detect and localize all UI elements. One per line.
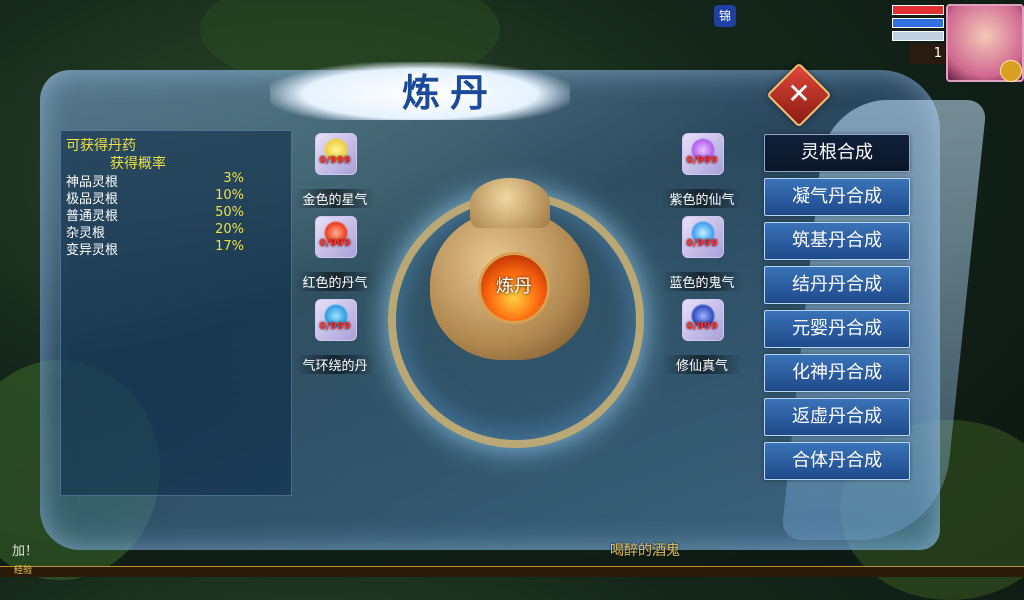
experience-label: 经验 (14, 566, 33, 576)
tab-unity-pill-synthesis[interactable]: 合体丹合成 (764, 442, 910, 480)
drop-rate-subheading: 获得概率 (110, 156, 166, 172)
item-label: 金色的星气 (295, 189, 375, 208)
material-slot-qi-ring-pill[interactable]: 0/999 气环绕的丹 (295, 299, 375, 379)
rate-name: 变异灵根 (66, 243, 119, 258)
rate-percent: 50% (215, 205, 244, 220)
coin-icon[interactable] (1000, 60, 1022, 82)
player-level: 1 (910, 44, 945, 64)
close-icon: ✕ (787, 77, 811, 110)
rate-row: 普通灵根 50% (66, 205, 256, 224)
material-slot-purple-immortal-qi[interactable]: 0/999 紫色的仙气 (662, 133, 742, 213)
item-label: 蓝色的鬼气 (662, 272, 742, 291)
tab-void-return-pill-synthesis[interactable]: 返虚丹合成 (764, 398, 910, 436)
cauldron-lid (470, 178, 550, 228)
item-label: 红色的丹气 (295, 272, 375, 291)
tab-nascent-soul-pill-synthesis[interactable]: 元婴丹合成 (764, 310, 910, 348)
tab-condensed-qi-pill-synthesis[interactable]: 凝气丹合成 (764, 178, 910, 216)
item-slot[interactable] (682, 299, 724, 341)
item-slot[interactable] (682, 216, 724, 258)
hp-bar (892, 5, 944, 15)
tab-spirit-root-synthesis[interactable]: 灵根合成 (764, 134, 910, 172)
rate-row: 极品灵根 10% (66, 188, 256, 207)
mp-bar (892, 18, 944, 28)
material-slot-blue-ghost-qi[interactable]: 0/999 蓝色的鬼气 (662, 216, 742, 296)
item-count: 0/999 (686, 155, 718, 166)
item-count: 0/999 (319, 155, 351, 166)
rate-row: 神品灵根 3% (66, 171, 256, 190)
npc-name: 喝醉的酒鬼 (610, 543, 680, 559)
rate-percent: 10% (215, 188, 244, 203)
item-slot[interactable] (315, 133, 357, 175)
rate-percent: 20% (215, 222, 244, 237)
item-count: 0/999 (686, 238, 718, 249)
item-slot[interactable] (315, 299, 357, 341)
item-label: 修仙真气 (662, 355, 742, 374)
item-count: 0/999 (319, 321, 351, 332)
drop-rate-heading: 可获得丹药 (66, 138, 136, 154)
player-status-bars (892, 5, 944, 41)
material-slot-red-pill-qi[interactable]: 0/999 红色的丹气 (295, 216, 375, 296)
chat-snippet: 加！ (12, 544, 39, 559)
tab-deity-pill-synthesis[interactable]: 化神丹合成 (764, 354, 910, 392)
item-slot[interactable] (315, 216, 357, 258)
page-title: 炼丹 (401, 70, 498, 115)
tab-core-pill-synthesis[interactable]: 结丹丹合成 (764, 266, 910, 304)
rate-row: 杂灵根 20% (66, 222, 256, 241)
item-slot[interactable] (682, 133, 724, 175)
craft-button-label[interactable]: 炼丹 (478, 272, 550, 298)
item-label: 气环绕的丹 (295, 355, 375, 374)
item-label: 紫色的仙气 (662, 189, 742, 208)
status-badge[interactable]: 锦 (714, 5, 736, 27)
rate-percent: 3% (223, 171, 244, 186)
experience-bar (0, 566, 1024, 577)
item-count: 0/999 (686, 321, 718, 332)
material-slot-cultivation-qi[interactable]: 0/999 修仙真气 (662, 299, 742, 379)
tab-foundation-pill-synthesis[interactable]: 筑基丹合成 (764, 222, 910, 260)
rate-row: 变异灵根 17% (66, 239, 256, 258)
material-slot-gold-star-qi[interactable]: 0/999 金色的星气 (295, 133, 375, 213)
rate-percent: 17% (215, 239, 244, 254)
item-count: 0/999 (319, 238, 351, 249)
extra-bar (892, 31, 944, 41)
